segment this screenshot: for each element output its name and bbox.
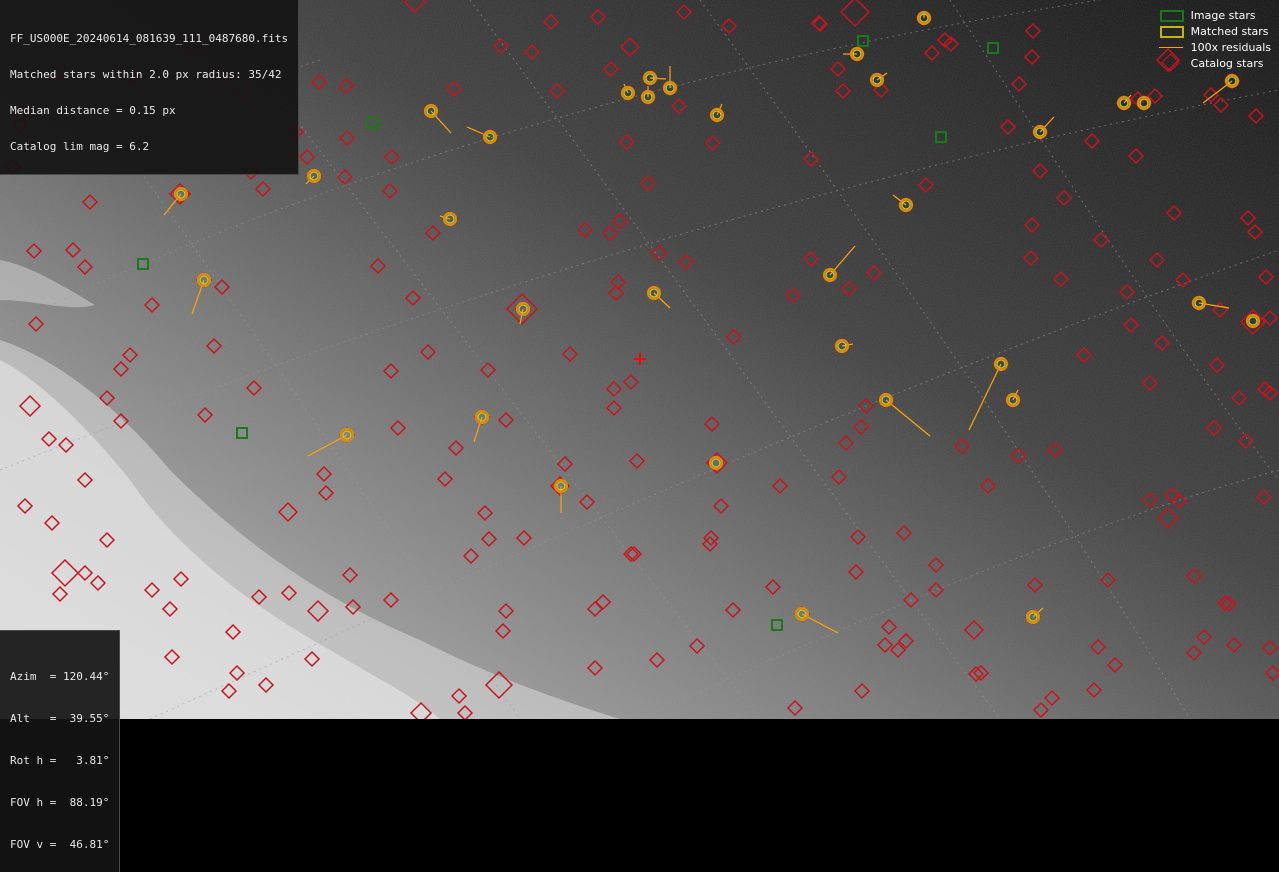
catalog-limit-text: Catalog lim mag = 6.2 — [10, 140, 150, 153]
legend-residuals: 100x residuals — [1158, 39, 1271, 55]
matched-stars-text: Matched stars within 2.0 px radius: 35/4… — [10, 68, 282, 81]
fov-horizontal-text: FOV h = 88.19° — [10, 796, 110, 809]
legend-label: 100x residuals — [1190, 40, 1271, 54]
pointing-info-panel: Azim = 120.44° Alt = 39.55° Rot h = 3.81… — [0, 630, 121, 872]
median-distance-text: Median distance = 0.15 px — [10, 104, 176, 117]
legend-label: Matched stars — [1190, 24, 1269, 38]
filename-text: FF_US000E_20240614_081639_111_0487680.fi… — [10, 32, 289, 45]
image-star-icon — [1159, 8, 1184, 22]
legend-matched-stars: Matched stars — [1159, 23, 1271, 39]
legend-catalog-stars: Catalog stars — [1159, 53, 1271, 72]
azimuth-text: Azim = 120.44° — [10, 670, 110, 683]
fit-info-panel: FF_US000E_20240614_081639_111_0487680.fi… — [0, 0, 300, 175]
legend-label: Image stars — [1190, 8, 1256, 22]
catalog-star-icon — [1159, 53, 1183, 72]
legend-image-stars: Image stars — [1159, 7, 1271, 23]
legend-label: Catalog stars — [1190, 56, 1264, 70]
fov-vertical-text: FOV v = 46.81° — [10, 838, 110, 851]
matched-star-icon — [1159, 24, 1184, 38]
legend: Image stars Matched stars 100x residuals… — [1158, 7, 1271, 72]
rotation-text: Rot h = 3.81° — [10, 754, 110, 767]
residual-line-icon — [1158, 40, 1183, 54]
altitude-text: Alt = 39.55° — [10, 712, 110, 725]
